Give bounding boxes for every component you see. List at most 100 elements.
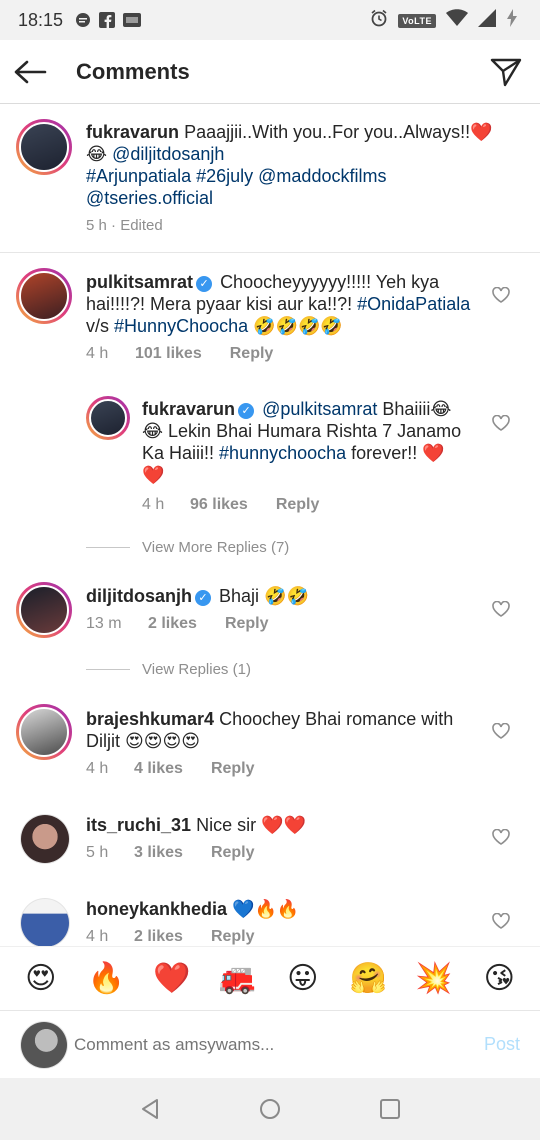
reply-button[interactable]: Reply <box>211 844 255 862</box>
comment-text: its_ruchi_31 Nice sir ❤️❤️ <box>86 814 486 836</box>
view-replies-button[interactable]: View Replies (1) <box>86 661 251 678</box>
avatar[interactable] <box>86 396 130 440</box>
comment-username[interactable]: fukravarun <box>142 399 235 419</box>
nav-recents-icon <box>380 1099 400 1119</box>
comment-time: 4 h <box>86 345 109 362</box>
emoji-collision-button[interactable]: 💥 <box>412 957 456 1001</box>
emoji-kiss-button[interactable]: 😘 <box>477 957 521 1001</box>
likes-count[interactable]: 4 likes <box>134 760 183 778</box>
emoji-heart-button[interactable]: ❤️ <box>150 957 194 1001</box>
avatar[interactable] <box>20 814 70 864</box>
like-button[interactable] <box>490 910 512 932</box>
imdb-icon <box>123 13 142 27</box>
comment-time: 13 m <box>86 615 122 632</box>
reply-button[interactable]: Reply <box>211 928 255 946</box>
like-button[interactable] <box>490 284 512 306</box>
reply-button[interactable]: Reply <box>276 496 320 514</box>
likes-count[interactable]: 3 likes <box>134 844 183 862</box>
comment-meta: 4 h 2 likes Reply <box>86 928 486 946</box>
like-button[interactable] <box>490 412 512 434</box>
comment-text-part: v/s <box>86 316 110 336</box>
reply-button[interactable]: Reply <box>230 345 274 363</box>
comment-emojis: 🤣🤣🤣🤣 <box>253 316 343 336</box>
verified-badge-icon: ✓ <box>238 403 255 419</box>
likes-count[interactable]: 2 likes <box>134 928 183 946</box>
comment-meta: 13 m 2 likes Reply <box>86 615 486 633</box>
comment-username[interactable]: brajeshkumar4 <box>86 709 214 729</box>
avatar[interactable] <box>16 582 72 638</box>
comment-item: pulkitsamrat ✓ Choocheyyyyyy!!!!! Yeh kya… <box>86 271 486 363</box>
page-title: Comments <box>76 58 190 84</box>
hashtag-link[interactable]: #hunnychoocha <box>219 443 346 463</box>
hashtag-link[interactable]: #OnidaPatiala <box>357 294 470 314</box>
avatar[interactable] <box>20 898 70 948</box>
post-button[interactable]: Post <box>484 1034 520 1055</box>
mention-link[interactable]: @tseries.official <box>86 188 213 208</box>
comment-item: its_ruchi_31 Nice sir ❤️❤️ 5 h 3 likes R… <box>86 814 486 862</box>
comment-composer: Post <box>0 1010 540 1078</box>
emoji-fire-button[interactable]: 🔥 <box>84 957 128 1001</box>
emoji-tongue-button[interactable]: 😛 <box>281 957 325 1001</box>
avatar[interactable] <box>16 268 72 324</box>
direct-send-icon <box>490 58 522 87</box>
like-button[interactable] <box>490 598 512 620</box>
mention-link[interactable]: @diljitdosanjh <box>112 144 224 164</box>
comment-text: fukravarun ✓ @pulkitsamrat Bhaiiii😂 😂 Lek… <box>142 398 472 486</box>
nav-recents-button[interactable] <box>376 1095 404 1123</box>
caption-username[interactable]: fukravarun <box>86 122 179 142</box>
reply-item: fukravarun ✓ @pulkitsamrat Bhaiiii😂 😂 Lek… <box>142 398 472 514</box>
divider-line <box>86 669 130 670</box>
comment-item: honeykankhedia 💙🔥🔥 4 h 2 likes Reply <box>86 898 486 946</box>
comment-username[interactable]: diljitdosanjh <box>86 586 192 606</box>
caption-emoji: 😂 <box>86 144 108 164</box>
comment-text: pulkitsamrat ✓ Choocheyyyyyy!!!!! Yeh kya… <box>86 271 486 337</box>
comment-meta: 5 h 3 likes Reply <box>86 844 486 862</box>
likes-count[interactable]: 2 likes <box>148 615 197 633</box>
hashtag-link[interactable]: #HunnyChoocha <box>114 316 248 336</box>
reply-button[interactable]: Reply <box>225 615 269 633</box>
back-button[interactable] <box>0 40 62 104</box>
nav-home-button[interactable] <box>256 1095 284 1123</box>
comment-username[interactable]: pulkitsamrat <box>86 272 193 292</box>
mention-link[interactable]: @maddockfilms <box>258 166 386 186</box>
comment-time: 4 h <box>86 928 109 945</box>
nav-home-icon <box>260 1099 280 1119</box>
avatar[interactable] <box>16 119 72 175</box>
hashtag-link[interactable]: #Arjunpatiala <box>86 166 191 186</box>
nav-back-button[interactable] <box>136 1095 164 1123</box>
comment-username[interactable]: honeykankhedia <box>86 899 227 919</box>
likes-count[interactable]: 101 likes <box>135 345 202 363</box>
comment-text-part: forever!! ❤️ <box>351 443 445 463</box>
hashtag-link[interactable]: #26july <box>196 166 253 186</box>
reply-button[interactable]: Reply <box>211 760 255 778</box>
heart-icon <box>492 415 510 431</box>
message-icon <box>75 12 91 28</box>
heart-icon <box>492 287 510 303</box>
like-button[interactable] <box>490 720 512 742</box>
divider-line <box>86 547 130 548</box>
comment-username[interactable]: its_ruchi_31 <box>86 815 191 835</box>
heart-icon <box>492 829 510 845</box>
emoji-fire-engine-button[interactable]: 🚒 <box>215 957 259 1001</box>
heart-icon <box>492 601 510 617</box>
comment-text-part: 💙🔥🔥 <box>232 899 300 919</box>
comment-text: diljitdosanjh ✓ Bhaji 🤣🤣 <box>86 585 486 607</box>
likes-count[interactable]: 96 likes <box>190 496 248 514</box>
caption-meta: 5 h · Edited <box>86 217 506 234</box>
share-button[interactable] <box>486 52 526 92</box>
emoji-hug-button[interactable]: 🤗 <box>346 957 390 1001</box>
post-caption: fukravarun Paaajjii..With you..For you..… <box>0 105 540 253</box>
nav-back-icon <box>142 1099 158 1119</box>
comment-text-part: Bhaji 🤣🤣 <box>219 586 309 606</box>
like-button[interactable] <box>490 826 512 848</box>
mention-link[interactable]: @pulkitsamrat <box>262 399 377 419</box>
caption-emoji: ❤️ <box>470 122 493 142</box>
verified-badge-icon: ✓ <box>195 590 211 606</box>
comment-input[interactable] <box>74 1034 484 1055</box>
comment-text: honeykankhedia 💙🔥🔥 <box>86 898 486 920</box>
comments-header: Comments <box>0 40 540 104</box>
comment-text: brajeshkumar4 Choochey Bhai romance with… <box>86 708 486 752</box>
emoji-heart-eyes-button[interactable]: 😍 <box>19 957 63 1001</box>
view-more-replies-button[interactable]: View More Replies (7) <box>86 539 289 556</box>
avatar[interactable] <box>16 704 72 760</box>
